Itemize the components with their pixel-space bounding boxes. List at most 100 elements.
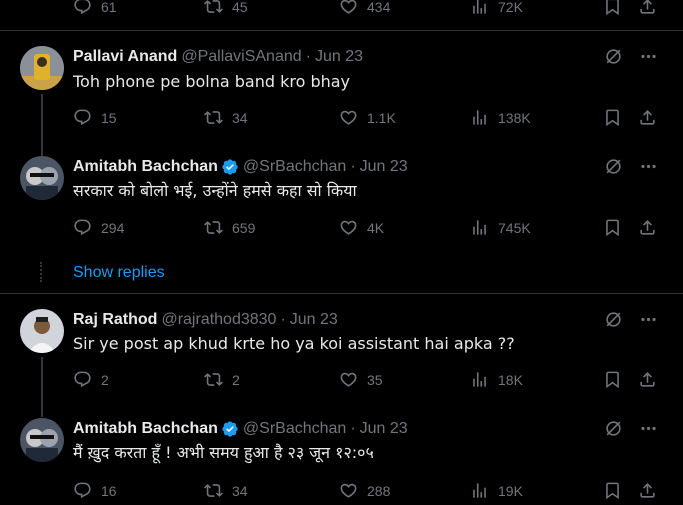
author-handle[interactable]: @rajrathod3830: [161, 310, 276, 330]
heart-icon: [339, 0, 358, 16]
bookmark-button[interactable]: [603, 218, 622, 237]
grok-button[interactable]: [604, 310, 623, 329]
author-name[interactable]: Pallavi Anand: [73, 47, 177, 67]
author-handle[interactable]: @SrBachchan: [243, 419, 346, 439]
share-icon: [638, 218, 657, 237]
retweet-button[interactable]: 34: [204, 481, 248, 500]
views-icon: [470, 108, 489, 127]
like-button[interactable]: 288: [339, 481, 390, 500]
separator: ·: [280, 311, 286, 328]
views-icon: [470, 218, 489, 237]
tweet-header: Pallavi Anand @PallaviSAnand · Jun 23: [73, 47, 363, 67]
grok-icon: [604, 157, 623, 176]
separator: ·: [305, 48, 311, 65]
views-icon: [470, 481, 489, 500]
author-name[interactable]: Raj Rathod: [73, 310, 157, 330]
separator: ·: [350, 158, 356, 175]
verified-icon: [221, 420, 239, 438]
like-button[interactable]: 35: [339, 370, 383, 389]
heart-icon: [339, 481, 358, 500]
reply-button[interactable]: 2: [73, 370, 109, 389]
grok-icon: [604, 419, 623, 438]
author-handle[interactable]: @SrBachchan: [243, 157, 346, 177]
views-button[interactable]: 138K: [470, 108, 531, 127]
more-button[interactable]: [639, 419, 658, 438]
share-button[interactable]: [638, 108, 657, 127]
avatar[interactable]: [20, 309, 64, 353]
views-button[interactable]: 18K: [470, 370, 523, 389]
separator: ·: [350, 420, 356, 437]
views-icon: [470, 0, 489, 16]
author-name[interactable]: Amitabh Bachchan: [73, 157, 218, 177]
share-icon: [638, 370, 657, 389]
share-button[interactable]: [638, 0, 657, 16]
reply-icon: [73, 218, 92, 237]
tweet-time[interactable]: Jun 23: [290, 310, 338, 330]
share-button[interactable]: [638, 218, 657, 237]
views-button[interactable]: 19K: [470, 481, 523, 500]
thread-line: [41, 357, 43, 417]
share-button[interactable]: [638, 481, 657, 500]
views-button[interactable]: 72K: [470, 0, 523, 16]
more-button[interactable]: [639, 157, 658, 176]
bookmark-icon: [603, 218, 622, 237]
more-icon: [639, 310, 658, 329]
avatar[interactable]: [20, 46, 64, 90]
reply-icon: [73, 370, 92, 389]
more-button[interactable]: [639, 47, 658, 66]
thread-dots: [40, 262, 44, 282]
retweet-button[interactable]: 2: [204, 370, 240, 389]
retweet-icon: [204, 0, 223, 16]
bookmark-button[interactable]: [603, 370, 622, 389]
avatar[interactable]: [20, 156, 64, 200]
share-icon: [638, 481, 657, 500]
reply-button[interactable]: 15: [73, 108, 117, 127]
like-button[interactable]: 434: [339, 0, 390, 16]
tweet-time[interactable]: Jun 23: [360, 157, 408, 177]
avatar[interactable]: [20, 418, 64, 462]
retweet-icon: [204, 218, 223, 237]
divider: [0, 30, 683, 31]
like-button[interactable]: 1.1K: [339, 108, 396, 127]
share-icon: [638, 0, 657, 16]
like-button[interactable]: 4K: [339, 218, 384, 237]
bookmark-button[interactable]: [603, 108, 622, 127]
grok-button[interactable]: [604, 47, 623, 66]
share-button[interactable]: [638, 370, 657, 389]
reply-button[interactable]: 16: [73, 481, 117, 500]
bookmark-button[interactable]: [603, 0, 622, 16]
bookmark-button[interactable]: [603, 481, 622, 500]
avatar-image: [20, 309, 64, 353]
retweet-button[interactable]: 45: [204, 0, 248, 16]
more-icon: [639, 157, 658, 176]
avatar-image: [20, 46, 64, 90]
reply-button[interactable]: 294: [73, 218, 124, 237]
show-replies-link[interactable]: Show replies: [73, 264, 165, 282]
divider: [0, 293, 683, 294]
grok-button[interactable]: [604, 157, 623, 176]
tweet-header: Amitabh Bachchan @SrBachchan · Jun 23: [73, 157, 408, 177]
views-button[interactable]: 745K: [470, 218, 531, 237]
share-icon: [638, 108, 657, 127]
grok-button[interactable]: [604, 419, 623, 438]
retweet-icon: [204, 481, 223, 500]
retweet-button[interactable]: 34: [204, 108, 248, 127]
views-icon: [470, 370, 489, 389]
grok-icon: [604, 47, 623, 66]
author-name[interactable]: Amitabh Bachchan: [73, 419, 218, 439]
reply-button[interactable]: 61: [73, 0, 117, 16]
thread-line: [41, 94, 43, 156]
tweet-text: Toh phone pe bolna band kro bhay: [73, 72, 351, 91]
tweet-text: Sir ye post ap khud krte ho ya koi assis…: [73, 334, 515, 353]
bookmark-icon: [603, 481, 622, 500]
author-handle[interactable]: @PallaviSAnand: [181, 47, 301, 67]
bookmark-icon: [603, 108, 622, 127]
reply-icon: [73, 481, 92, 500]
tweet-time[interactable]: Jun 23: [315, 47, 363, 67]
tweet-header: Amitabh Bachchan @SrBachchan · Jun 23: [73, 419, 408, 439]
more-button[interactable]: [639, 310, 658, 329]
retweet-button[interactable]: 659: [204, 218, 255, 237]
tweet-time[interactable]: Jun 23: [360, 419, 408, 439]
heart-icon: [339, 108, 358, 127]
heart-icon: [339, 218, 358, 237]
